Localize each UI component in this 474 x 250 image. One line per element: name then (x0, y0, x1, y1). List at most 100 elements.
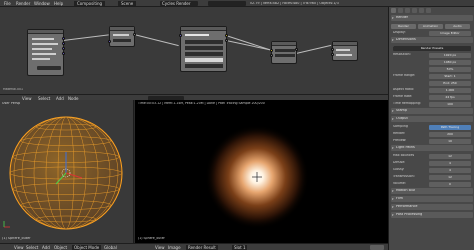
property-field[interactable]: 12 (429, 153, 471, 159)
socket[interactable] (331, 53, 334, 56)
properties-row: End: 250 (391, 80, 473, 86)
property-field[interactable]: 0 (429, 181, 471, 187)
collapse-triangle-icon[interactable]: ▾ (392, 205, 394, 209)
scene-stats: v2.79 | Verts:482 | Faces:480 | Tris:960… (250, 1, 339, 5)
socket[interactable] (270, 54, 273, 57)
property-field[interactable]: 4 (429, 160, 471, 166)
property-field[interactable]: 10 (429, 138, 471, 144)
node-emission[interactable] (270, 41, 298, 64)
animation-button[interactable]: Animation (418, 23, 443, 29)
object-tab-icon[interactable] (419, 8, 424, 13)
socket[interactable] (225, 39, 228, 42)
property-field[interactable]: Path Tracing (429, 124, 471, 130)
socket[interactable] (270, 49, 273, 52)
properties-row: Stamp ▾ (391, 108, 473, 114)
material-tab-icon[interactable] (426, 8, 431, 13)
node-gradient-texture[interactable] (179, 26, 228, 72)
scene-tab-icon[interactable] (405, 8, 410, 13)
node-editor[interactable]: Material.001 (0, 7, 388, 94)
menu-view[interactable]: View (14, 245, 24, 250)
panel-header-label[interactable]: Stamp (396, 109, 407, 112)
property-field[interactable]: 50% (429, 66, 471, 72)
panel-header-label[interactable]: Dimensions (396, 38, 416, 41)
menu-render[interactable]: Render (16, 1, 30, 6)
property-field[interactable]: 1920 px (429, 52, 471, 58)
layout-selector[interactable]: Compositing (74, 1, 106, 6)
node-texture-coordinate[interactable] (27, 29, 65, 76)
socket[interactable] (331, 48, 334, 51)
collapse-triangle-icon[interactable]: ▾ (392, 197, 394, 201)
layers-tab-icon[interactable] (398, 8, 403, 13)
property-field[interactable]: 4 (429, 167, 471, 173)
render-engine-label[interactable]: Cycles Render (162, 1, 191, 6)
properties-row: 1080 px (391, 59, 473, 65)
property-field[interactable]: 1080 px (429, 59, 471, 65)
collapse-triangle-icon[interactable]: ▾ (392, 189, 394, 193)
socket[interactable] (179, 34, 182, 37)
collapse-triangle-icon[interactable]: ▾ (392, 117, 394, 121)
properties-row: Preview: 10 (391, 138, 473, 144)
render-result-selector[interactable]: Render Result (186, 245, 218, 250)
menu-file[interactable]: File (4, 1, 11, 6)
node-material-output[interactable] (331, 41, 358, 61)
property-field[interactable]: 24 fps (429, 94, 471, 100)
menu-add[interactable]: Add (42, 245, 50, 250)
node-header (28, 30, 63, 34)
scene-selector[interactable]: Scene (118, 1, 137, 6)
properties-row: Motion Blur ▾ (391, 188, 473, 194)
panel-header-label[interactable]: Film (396, 197, 403, 200)
panel-header-label[interactable]: Performance (396, 205, 418, 208)
collapse-triangle-icon[interactable]: ▾ (392, 213, 394, 217)
properties-panel[interactable]: Render ▾ Render Animation Audio Display: Image… (388, 7, 474, 250)
engine-field[interactable] (208, 1, 246, 6)
properties-row: Render Animation Audio (391, 23, 473, 29)
properties-row: Performance ▾ (391, 204, 473, 210)
render-view[interactable]: Time:00:03.12 | Mem:1.14M, Peak:1.20M | … (135, 100, 388, 243)
collapse-triangle-icon[interactable]: ▾ (392, 109, 394, 113)
render-slot-selector[interactable]: Slot 1 (232, 245, 248, 250)
render-menu-image[interactable]: Image (168, 245, 181, 250)
panel-header-label[interactable]: Render (396, 16, 408, 19)
properties-row: Dimensions ▾ (391, 37, 473, 43)
render-menu-view[interactable]: View (155, 245, 165, 250)
property-field[interactable]: 12 (429, 174, 471, 180)
socket[interactable] (62, 37, 65, 40)
render-button[interactable]: Render (391, 23, 416, 29)
audio-button[interactable]: Audio (445, 23, 470, 29)
panel-header-label[interactable]: Post Processing (396, 213, 422, 216)
socket[interactable] (62, 42, 65, 45)
world-tab-icon[interactable] (412, 8, 417, 13)
panel-header-label[interactable]: Light Paths (396, 146, 415, 149)
property-field[interactable]: Start: 1 (429, 73, 471, 79)
property-field[interactable]: 100 (429, 101, 471, 107)
collapse-triangle-icon[interactable]: ▾ (392, 146, 394, 150)
mode-selector[interactable]: Object Mode (72, 245, 102, 250)
property-field[interactable]: End: 250 (429, 80, 471, 86)
socket[interactable] (133, 33, 136, 36)
socket[interactable] (62, 47, 65, 50)
property-field[interactable]: Image Editor (429, 30, 471, 36)
socket[interactable] (225, 34, 228, 37)
properties-row: Light Paths ▾ (391, 145, 473, 151)
collapse-triangle-icon[interactable]: ▾ (392, 16, 394, 20)
socket[interactable] (295, 48, 298, 51)
property-field[interactable]: 1.000 (429, 87, 471, 93)
menu-select[interactable]: Select (26, 245, 38, 250)
panel-header-label[interactable]: Output (396, 117, 408, 120)
socket[interactable] (62, 52, 65, 55)
panel-header-label[interactable]: Motion Blur (396, 189, 415, 192)
node-mapping[interactable] (108, 26, 136, 47)
transform-orientation[interactable]: Global (104, 245, 117, 250)
socket[interactable] (108, 40, 111, 43)
collapse-triangle-icon[interactable]: ▾ (392, 38, 394, 42)
property-field[interactable]: 200 (429, 131, 471, 137)
zoom-button[interactable] (370, 245, 384, 250)
3d-viewport[interactable]: User Persp (1) Sphere_outer (0, 100, 134, 243)
render-tab-icon[interactable] (391, 8, 396, 13)
sphere-wireframe[interactable] (0, 100, 134, 243)
property-field[interactable]: Render Presets (393, 45, 471, 51)
menu-window[interactable]: Window (34, 1, 50, 6)
properties-tabs (391, 8, 473, 13)
menu-object[interactable]: Object (54, 245, 67, 250)
menu-help[interactable]: Help (54, 1, 63, 6)
